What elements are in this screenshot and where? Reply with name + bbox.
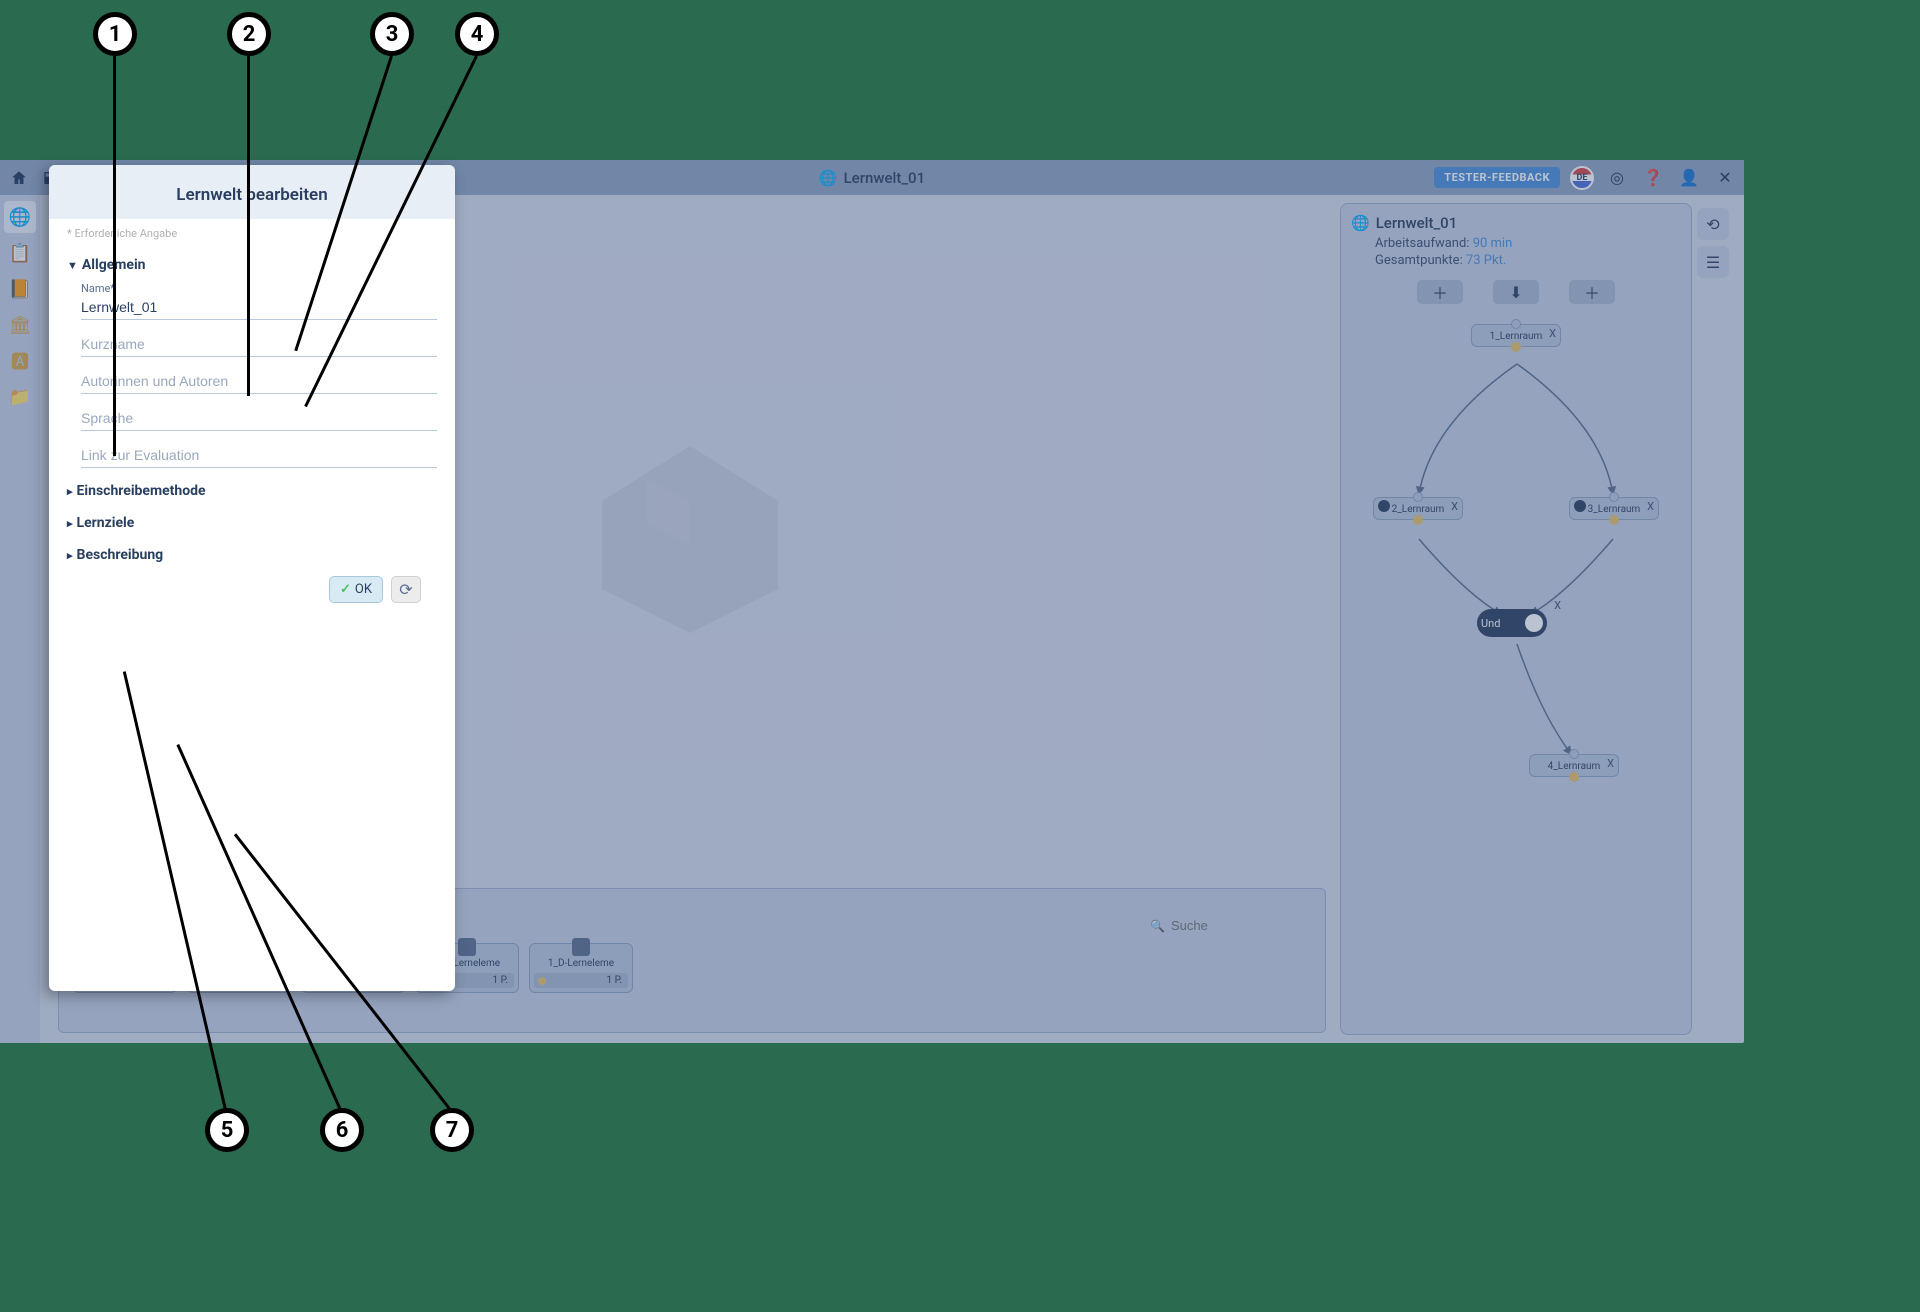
graph-node-3[interactable]: X3_Lernraum	[1569, 497, 1659, 520]
title-text: Lernwelt_01	[844, 169, 926, 187]
help-icon[interactable]: ❓	[1640, 165, 1666, 191]
close-icon[interactable]: X	[1554, 599, 1561, 612]
name-label: Name*	[81, 282, 437, 295]
close-icon[interactable]: X	[1549, 327, 1556, 340]
close-icon[interactable]: X	[1607, 757, 1614, 770]
target-icon[interactable]: ◎	[1604, 165, 1630, 191]
check-icon: ✓	[340, 582, 351, 597]
gate-toggle[interactable]	[1525, 614, 1543, 632]
chevron-right-icon: ▸	[67, 517, 73, 530]
eye-icon	[1574, 500, 1586, 512]
section-goals[interactable]: ▸Lernziele	[67, 512, 437, 534]
eye-icon	[1378, 500, 1390, 512]
field-name: Name*	[81, 282, 437, 320]
element-type-icon	[458, 938, 476, 956]
search-icon: 🔍	[1150, 919, 1165, 933]
element-type-icon	[572, 938, 590, 956]
nav-doc-icon[interactable]: 📋	[4, 237, 36, 269]
view-graph-icon[interactable]: ⟲	[1697, 208, 1729, 240]
points-stat: Gesamtpunkte: 73 Pkt.	[1375, 253, 1681, 268]
view-list-icon[interactable]: ☰	[1697, 246, 1729, 278]
language-input[interactable]	[81, 406, 437, 431]
chevron-right-icon: ▸	[67, 549, 73, 562]
search-input[interactable]	[1171, 918, 1311, 933]
search-box: 🔍	[1150, 918, 1311, 933]
close-icon[interactable]: X	[1647, 500, 1654, 513]
shortname-input[interactable]	[81, 332, 437, 357]
watermark-icon	[580, 424, 800, 644]
section-description[interactable]: ▸Beschreibung	[67, 544, 437, 566]
callout-2: 2	[227, 12, 271, 56]
app-window: ↶ ↷ 🌐 Lernwelt_01 TESTER-FEEDBACK DE ◎ ❓…	[0, 160, 1744, 1043]
required-note: * Erforderliche Angabe	[67, 227, 437, 240]
left-rail: 🌐 📋 📙 🏛 🅰 📁	[0, 195, 40, 1043]
graph-node-1[interactable]: X1_Lernraum	[1471, 324, 1561, 347]
close-icon[interactable]: X	[1451, 500, 1458, 513]
callout-5: 5	[205, 1108, 249, 1152]
ok-button[interactable]: ✓OK	[329, 576, 383, 603]
callout-7: 7	[430, 1108, 474, 1152]
feedback-button[interactable]: TESTER-FEEDBACK	[1434, 167, 1560, 188]
callout-6: 6	[320, 1108, 364, 1152]
edit-world-modal: Lernwelt bearbeiten * Erforderliche Anga…	[49, 165, 455, 991]
section-enrollment[interactable]: ▸Einschreibemethode	[67, 480, 437, 502]
globe-icon: 🌐	[1351, 214, 1370, 232]
home-icon[interactable]	[6, 165, 32, 191]
import-button[interactable]: ⬇	[1493, 280, 1539, 304]
authors-input[interactable]	[81, 369, 437, 394]
graph-canvas[interactable]: X1_Lernraum X2_Lernraum X3_Lernraum UndX…	[1351, 314, 1681, 1024]
window-title: 🌐 Lernwelt_01	[819, 169, 925, 187]
add-gate-button[interactable]: ＋	[1569, 280, 1615, 304]
graph-node-2[interactable]: X2_Lernraum	[1373, 497, 1463, 520]
callout-4: 4	[455, 12, 499, 56]
evallink-input[interactable]	[81, 443, 437, 468]
chevron-right-icon: ▸	[67, 485, 73, 498]
chevron-down-icon: ▼	[67, 259, 78, 272]
leader-2	[247, 56, 250, 396]
refresh-button[interactable]: ⟳	[391, 576, 421, 603]
callout-3: 3	[370, 12, 414, 56]
nav-room-icon[interactable]: 🏛	[4, 309, 36, 341]
language-badge[interactable]: DE	[1570, 166, 1594, 190]
workload-stat: Arbeitsaufwand: 90 min	[1375, 236, 1681, 251]
nav-adapt-icon[interactable]: 🅰	[4, 345, 36, 377]
section-general[interactable]: ▼Allgemein	[67, 254, 437, 276]
callout-1: 1	[93, 12, 137, 56]
add-node-button[interactable]: ＋	[1417, 280, 1463, 304]
rp-title: 🌐 Lernwelt_01	[1351, 214, 1681, 232]
gate-node[interactable]: UndX	[1477, 609, 1547, 637]
right-panel: ⟲ ☰ 🌐 Lernwelt_01 Arbeitsaufwand: 90 min…	[1340, 203, 1692, 1035]
nav-world-icon[interactable]: 🌐	[4, 201, 36, 233]
modal-title: Lernwelt bearbeiten	[49, 165, 455, 219]
leader-1	[113, 56, 116, 456]
nav-story-icon[interactable]: 📙	[4, 273, 36, 305]
close-icon[interactable]: ✕	[1712, 165, 1738, 191]
user-icon[interactable]: 👤	[1676, 165, 1702, 191]
name-input[interactable]	[81, 295, 437, 320]
globe-icon: 🌐	[819, 169, 838, 187]
nav-folder-icon[interactable]: 📁	[4, 381, 36, 413]
graph-node-4[interactable]: X4_Lernraum	[1529, 754, 1619, 777]
element-card[interactable]: 1_D-Lerneleme1 P.	[529, 943, 633, 993]
